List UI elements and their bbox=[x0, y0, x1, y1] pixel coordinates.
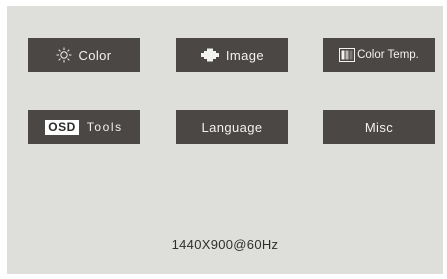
color-temperature-icon bbox=[339, 48, 356, 62]
misc-menu-button[interactable]: Misc bbox=[323, 110, 435, 144]
color-temp-menu-label: Color Temp. bbox=[357, 49, 419, 61]
color-menu-label: Color bbox=[78, 47, 112, 63]
language-menu-button[interactable]: Language bbox=[176, 110, 288, 144]
osd-menu-screen: Color Image Color Temp. OSD Tools Langua… bbox=[7, 6, 443, 274]
image-menu-button[interactable]: Image bbox=[176, 38, 288, 72]
osd-tools-menu-button[interactable]: OSD Tools bbox=[28, 110, 140, 144]
sun-icon bbox=[56, 47, 72, 63]
color-temp-menu-button[interactable]: Color Temp. bbox=[323, 38, 435, 72]
color-menu-button[interactable]: Color bbox=[28, 38, 140, 72]
osd-tools-menu-label: Tools bbox=[86, 120, 123, 134]
picture-chip-icon bbox=[200, 48, 220, 62]
misc-menu-label: Misc bbox=[364, 119, 394, 135]
language-menu-label: Language bbox=[201, 119, 263, 135]
osd-badge: OSD bbox=[45, 119, 79, 135]
resolution-status: 1440X900@60Hz bbox=[171, 237, 279, 252]
image-menu-label: Image bbox=[225, 47, 265, 63]
